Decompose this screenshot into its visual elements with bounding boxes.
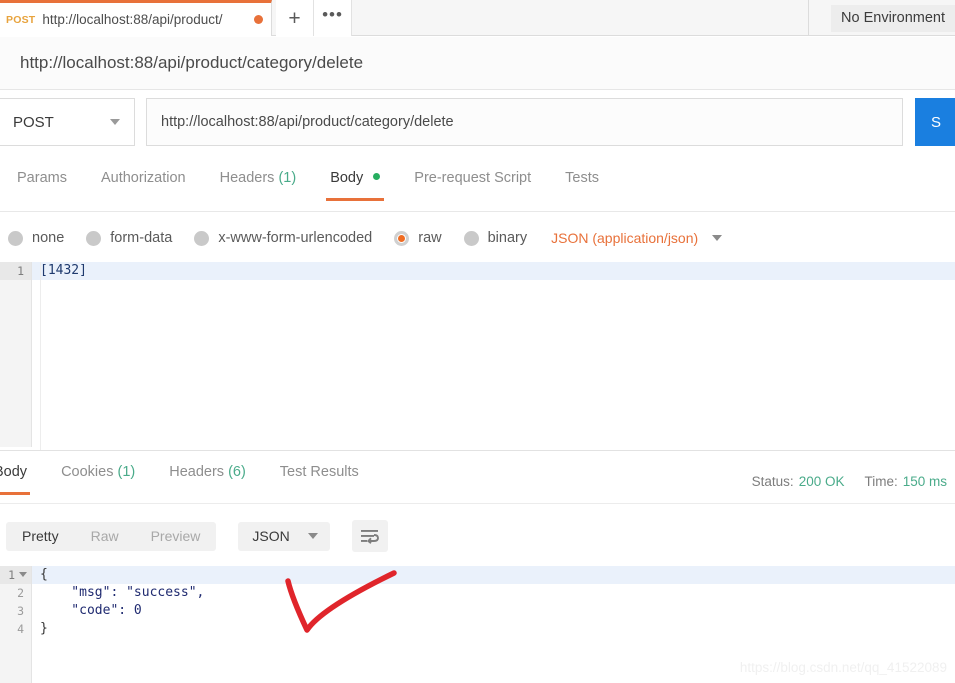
tab-overflow-menu-button[interactable]: ••• — [314, 0, 352, 36]
unsaved-changes-dot-icon — [254, 15, 263, 24]
request-body-code[interactable]: [1432] — [32, 262, 955, 447]
tab-params-label: Params — [17, 170, 67, 186]
line-number: 3 — [0, 602, 31, 620]
response-tab-body[interactable]: Body — [0, 462, 44, 495]
body-type-raw-label: raw — [418, 230, 441, 246]
body-present-dot-icon — [373, 173, 380, 180]
tab-authorization[interactable]: Authorization — [84, 168, 203, 201]
code-token: "code": 0 — [40, 603, 142, 618]
radio-icon — [8, 231, 23, 246]
environment-divider — [808, 0, 809, 36]
body-type-binary[interactable]: binary — [464, 230, 528, 246]
code-token: "msg": "success", — [40, 585, 204, 600]
chevron-down-icon — [110, 119, 120, 125]
http-method-select[interactable]: POST — [0, 98, 135, 146]
body-type-none[interactable]: none — [8, 230, 64, 246]
line-number-text: 1 — [8, 568, 15, 582]
request-panel-rail — [40, 262, 41, 450]
response-tab-test-results[interactable]: Test Results — [263, 462, 376, 495]
tab-body-label: Body — [330, 170, 363, 186]
chevron-down-icon — [308, 533, 318, 539]
request-title: http://localhost:88/api/product/category… — [0, 37, 955, 90]
response-tab-test-results-label: Test Results — [280, 464, 359, 480]
response-toolbar: Pretty Raw Preview JSON — [0, 514, 955, 558]
line-number: 4 — [0, 620, 31, 638]
response-tab-cookies-count: (1) — [117, 464, 135, 480]
tab-tests-label: Tests — [565, 170, 599, 186]
request-tabs: Params Authorization Headers (1) Body Pr… — [0, 168, 955, 212]
line-number: 2 — [0, 584, 31, 602]
environment-selector[interactable]: No Environment — [831, 5, 955, 32]
code-line: [1432] — [32, 262, 955, 280]
view-mode-raw[interactable]: Raw — [75, 522, 135, 551]
status-value: 200 OK — [799, 474, 845, 489]
response-tab-body-label: Body — [0, 464, 27, 480]
tab-pre-request-script[interactable]: Pre-request Script — [397, 168, 548, 201]
request-tab-active[interactable]: POST http://localhost:88/api/product/ — [0, 0, 272, 36]
radio-selected-icon — [394, 231, 409, 246]
request-body-gutter: 1 — [0, 262, 32, 447]
line-number: 1 — [0, 566, 31, 584]
code-line: "msg": "success", — [32, 584, 955, 602]
body-type-none-label: none — [32, 230, 64, 246]
radio-icon — [86, 231, 101, 246]
tab-method-label: POST — [6, 14, 35, 26]
body-type-binary-label: binary — [488, 230, 528, 246]
response-tab-cookies[interactable]: Cookies (1) — [44, 462, 152, 495]
body-type-urlencoded[interactable]: x-www-form-urlencoded — [194, 230, 372, 246]
new-tab-button[interactable]: + — [276, 0, 314, 36]
code-line: } — [32, 620, 955, 638]
fold-collapse-icon[interactable] — [19, 572, 27, 577]
response-tab-cookies-label: Cookies — [61, 464, 113, 480]
code-line: "code": 0 — [32, 602, 955, 620]
time-label: Time: — [864, 474, 897, 489]
chevron-down-icon[interactable] — [712, 235, 722, 241]
http-method-label: POST — [13, 114, 54, 131]
url-bar: POST http://localhost:88/api/product/cat… — [0, 98, 955, 146]
radio-icon — [194, 231, 209, 246]
content-type-select-label[interactable]: JSON (application/json) — [551, 230, 698, 246]
status-label: Status: — [752, 474, 794, 489]
tab-pre-request-script-label: Pre-request Script — [414, 170, 531, 186]
response-body-gutter: 1 2 3 4 — [0, 566, 32, 683]
environment-area: No Environment — [808, 0, 955, 36]
watermark-text: https://blog.csdn.net/qq_41522089 — [740, 660, 947, 675]
tab-headers-label: Headers — [220, 170, 275, 186]
tab-tests[interactable]: Tests — [548, 168, 616, 201]
view-mode-preview[interactable]: Preview — [135, 522, 217, 551]
tab-strip: POST http://localhost:88/api/product/ + … — [0, 0, 955, 36]
panel-divider — [0, 450, 955, 451]
response-tabs: Body Cookies (1) Headers (6) Test Result… — [0, 462, 955, 504]
tab-headers[interactable]: Headers (1) — [203, 168, 314, 201]
tab-authorization-label: Authorization — [101, 170, 186, 186]
tab-headers-count: (1) — [278, 170, 296, 186]
view-mode-pretty[interactable]: Pretty — [6, 522, 75, 551]
response-format-label: JSON — [252, 528, 289, 544]
response-format-select[interactable]: JSON — [238, 522, 329, 551]
url-input[interactable]: http://localhost:88/api/product/category… — [146, 98, 903, 146]
word-wrap-button[interactable] — [352, 520, 388, 552]
response-tab-headers-count: (6) — [228, 464, 246, 480]
send-button[interactable]: S — [915, 98, 955, 146]
body-type-form-data-label: form-data — [110, 230, 172, 246]
tab-params[interactable]: Params — [0, 168, 84, 201]
time-value: 150 ms — [903, 474, 947, 489]
radio-icon — [464, 231, 479, 246]
line-number: 1 — [0, 262, 31, 280]
body-type-raw[interactable]: raw — [394, 230, 441, 246]
tab-body[interactable]: Body — [313, 168, 397, 201]
response-status-bar: Status: 200 OK Time: 150 ms — [752, 474, 947, 489]
code-line: { — [32, 566, 955, 584]
body-type-row: none form-data x-www-form-urlencoded raw… — [0, 222, 955, 254]
response-view-mode-group: Pretty Raw Preview — [6, 522, 216, 551]
code-token: { — [40, 567, 48, 582]
response-tab-headers[interactable]: Headers (6) — [152, 462, 263, 495]
code-token: } — [40, 621, 48, 636]
body-type-form-data[interactable]: form-data — [86, 230, 172, 246]
request-body-editor[interactable]: 1 [1432] — [0, 262, 955, 447]
word-wrap-icon — [360, 529, 379, 544]
tab-url-label: http://localhost:88/api/product/ — [42, 12, 249, 27]
body-type-urlencoded-label: x-www-form-urlencoded — [218, 230, 372, 246]
response-tab-headers-label: Headers — [169, 464, 224, 480]
